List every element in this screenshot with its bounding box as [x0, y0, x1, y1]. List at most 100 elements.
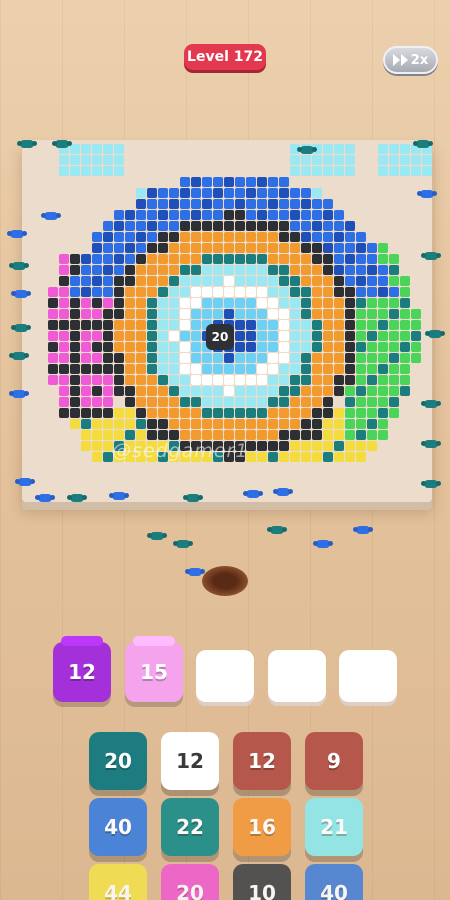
pixel-block — [125, 430, 135, 440]
pixel-block — [246, 243, 256, 253]
pixel-block — [389, 155, 399, 165]
pixel-block — [246, 287, 256, 297]
grid-tile[interactable]: 21 — [305, 798, 363, 856]
pixel-block — [191, 210, 201, 220]
pixel-block — [191, 199, 201, 209]
pixel-block — [268, 276, 278, 286]
pixel-block — [334, 309, 344, 319]
pixel-block — [279, 309, 289, 319]
pixel-block — [224, 210, 234, 220]
pixel-block — [400, 364, 410, 374]
pixel-block — [411, 166, 421, 176]
pixel-block — [323, 320, 333, 330]
grid-tile[interactable]: 12 — [233, 732, 291, 790]
pixel-block — [323, 408, 333, 418]
pixel-block — [81, 298, 91, 308]
pixel-block — [147, 287, 157, 297]
pixel-block — [158, 320, 168, 330]
pixel-block — [114, 166, 124, 176]
tile-value: 9 — [327, 749, 341, 773]
pixel-block — [180, 320, 190, 330]
pixel-block — [367, 419, 377, 429]
pixel-block — [389, 342, 399, 352]
pixel-block — [312, 342, 322, 352]
pixel-block — [290, 375, 300, 385]
pixel-block — [180, 331, 190, 341]
pixel-block — [345, 397, 355, 407]
pixel-block — [147, 232, 157, 242]
pixel-block — [70, 397, 80, 407]
pixel-block — [378, 331, 388, 341]
pixel-block — [378, 276, 388, 286]
pixel-block — [202, 265, 212, 275]
pixel-block — [279, 287, 289, 297]
pixel-block — [323, 166, 333, 176]
holding-slot-empty — [196, 650, 254, 702]
pixel-block — [92, 430, 102, 440]
tile-value: 12 — [248, 749, 276, 773]
pixel-block — [345, 386, 355, 396]
grid-tile[interactable]: 10 — [233, 864, 291, 900]
pixel-block — [180, 199, 190, 209]
pixel-block — [323, 265, 333, 275]
pixel-block — [378, 386, 388, 396]
grid-tile[interactable]: 40 — [305, 864, 363, 900]
pixel-block — [92, 419, 102, 429]
grid-tile[interactable]: 20 — [161, 864, 219, 900]
pixel-block — [323, 441, 333, 451]
pixel-block — [246, 331, 256, 341]
pixel-block — [59, 386, 69, 396]
pixel-block — [345, 287, 355, 297]
pixel-block — [103, 221, 113, 231]
pixel-block — [70, 353, 80, 363]
grid-tile[interactable]: 40 — [89, 798, 147, 856]
pixel-block — [81, 309, 91, 319]
ant-figure — [428, 330, 442, 338]
pixel-block — [400, 276, 410, 286]
pixel-block — [312, 419, 322, 429]
pixel-block — [268, 430, 278, 440]
pixel-block — [356, 320, 366, 330]
level-label: Level 172 — [187, 49, 263, 65]
pixel-block — [246, 276, 256, 286]
pixel-block — [334, 353, 344, 363]
pixel-block — [246, 232, 256, 242]
pixel-block — [202, 397, 212, 407]
grid-tile[interactable]: 9 — [305, 732, 363, 790]
pixel-block — [312, 199, 322, 209]
pixel-block — [323, 342, 333, 352]
grid-tile[interactable]: 22 — [161, 798, 219, 856]
pixel-block — [367, 320, 377, 330]
pixel-block — [202, 177, 212, 187]
pixel-block — [103, 320, 113, 330]
pixel-block — [180, 265, 190, 275]
holding-slot-filled[interactable]: 15 — [125, 636, 183, 702]
grid-tile[interactable]: 44 — [89, 864, 147, 900]
pixel-block — [114, 276, 124, 286]
pixel-block — [180, 397, 190, 407]
pixel-block — [323, 309, 333, 319]
pixel-block — [202, 298, 212, 308]
pixel-block — [158, 265, 168, 275]
pixel-block — [158, 408, 168, 418]
grid-tile[interactable]: 12 — [161, 732, 219, 790]
grid-tile[interactable]: 16 — [233, 798, 291, 856]
pixel-block — [345, 375, 355, 385]
pixel-block — [323, 364, 333, 374]
pixel-block — [312, 210, 322, 220]
pixel-block — [268, 265, 278, 275]
pixel-block — [81, 441, 91, 451]
pixel-block — [213, 408, 223, 418]
holding-slot-filled[interactable]: 12 — [53, 636, 111, 702]
pixel-block — [312, 452, 322, 462]
pixel-block — [125, 221, 135, 231]
pixel-block — [367, 430, 377, 440]
grid-tile[interactable]: 20 — [89, 732, 147, 790]
pixel-block — [246, 188, 256, 198]
pixel-block — [158, 221, 168, 231]
pixel-block — [312, 298, 322, 308]
pixel-block — [136, 353, 146, 363]
pixel-block — [158, 243, 168, 253]
speed-toggle-button[interactable]: 2x — [383, 46, 438, 74]
pixel-block — [312, 254, 322, 264]
